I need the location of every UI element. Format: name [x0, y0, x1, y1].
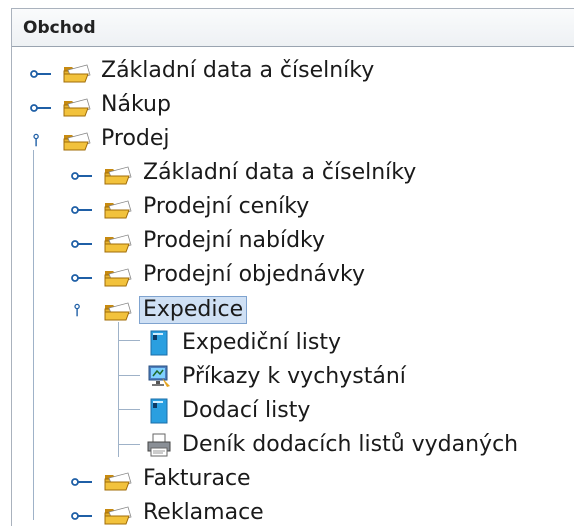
tree-panel: Základní data a číselníky Nákup Prodej Z… [11, 8, 574, 526]
tree-item-label: Fakturace [143, 466, 251, 491]
expand-handle-icon[interactable] [71, 169, 93, 183]
tree-item-zakladni-data[interactable]: Základní data a číselníky [12, 55, 572, 87]
folder-icon [103, 163, 133, 185]
tree-item-label: Nákup [101, 92, 171, 117]
expand-handle-icon[interactable] [71, 237, 93, 251]
folder-icon [103, 503, 133, 525]
document-icon [149, 330, 169, 356]
tree-item-prodejni-ceniky[interactable]: Prodejní ceníky [12, 191, 572, 223]
tree-item-label: Prodejní ceníky [143, 194, 310, 219]
folder-icon [62, 61, 92, 83]
tree-item-label: Reklamace [143, 500, 264, 525]
tree-item-prodej[interactable]: Prodej [12, 123, 572, 155]
tree-item-nakup[interactable]: Nákup [12, 89, 572, 121]
expand-handle-icon[interactable] [71, 203, 93, 217]
tree-item-label: Expediční listy [182, 330, 341, 355]
tree-item-label: Dodací listy [182, 398, 311, 423]
tree-item-reklamace[interactable]: Reklamace [12, 497, 572, 526]
tree-item-prodej-zakladni-data[interactable]: Základní data a číselníky [12, 157, 572, 189]
tree-leaf-prikazy-k-vychystani[interactable]: Příkazy k vychystání [12, 361, 572, 393]
tree-item-label: Prodej [101, 126, 170, 151]
folder-icon [103, 197, 133, 219]
expand-handle-icon[interactable] [71, 509, 93, 523]
expand-handle-icon[interactable] [71, 475, 93, 489]
tree-item-fakturace[interactable]: Fakturace [12, 463, 572, 495]
folder-icon [62, 95, 92, 117]
tree-item-expedice[interactable]: Expedice [12, 293, 572, 325]
tree-item-label: Příkazy k vychystání [182, 364, 406, 389]
expand-handle-icon[interactable] [30, 101, 52, 115]
tree-leaf-expedicni-listy[interactable]: Expediční listy [12, 327, 572, 359]
tree-item-prodejni-nabidky[interactable]: Prodejní nabídky [12, 225, 572, 257]
tree-item-label: Základní data a číselníky [143, 160, 417, 185]
expand-handle-icon[interactable] [71, 271, 93, 285]
navigation-tree: Základní data a číselníky Nákup Prodej Z… [12, 9, 574, 526]
tree-item-label: Deník dodacích listů vydaných [182, 432, 519, 457]
tree-item-label: Základní data a číselníky [101, 58, 375, 83]
folder-icon [103, 265, 133, 287]
tree-leaf-denik-dodacich-listu[interactable]: Deník dodacích listů vydaných [12, 429, 572, 461]
folder-icon [103, 231, 133, 253]
tree-item-label-selected: Expedice [139, 296, 248, 324]
folder-icon [103, 469, 133, 491]
collapse-handle-icon[interactable] [71, 303, 93, 317]
expand-handle-icon[interactable] [30, 67, 52, 81]
tree-item-prodejni-objednavky[interactable]: Prodejní objednávky [12, 259, 572, 291]
panel-header: Obchod [12, 9, 574, 47]
tree-leaf-dodaci-listy[interactable]: Dodací listy [12, 395, 572, 427]
collapse-handle-icon[interactable] [30, 133, 52, 147]
tree-item-label: Prodejní nabídky [143, 228, 326, 253]
monitor-icon [146, 364, 172, 390]
document-icon [149, 398, 169, 424]
tree-item-label: Prodejní objednávky [143, 262, 366, 287]
folder-open-icon [62, 129, 92, 151]
panel-title: Obchod [23, 18, 96, 38]
printer-icon [145, 432, 173, 458]
folder-open-icon [103, 299, 133, 321]
